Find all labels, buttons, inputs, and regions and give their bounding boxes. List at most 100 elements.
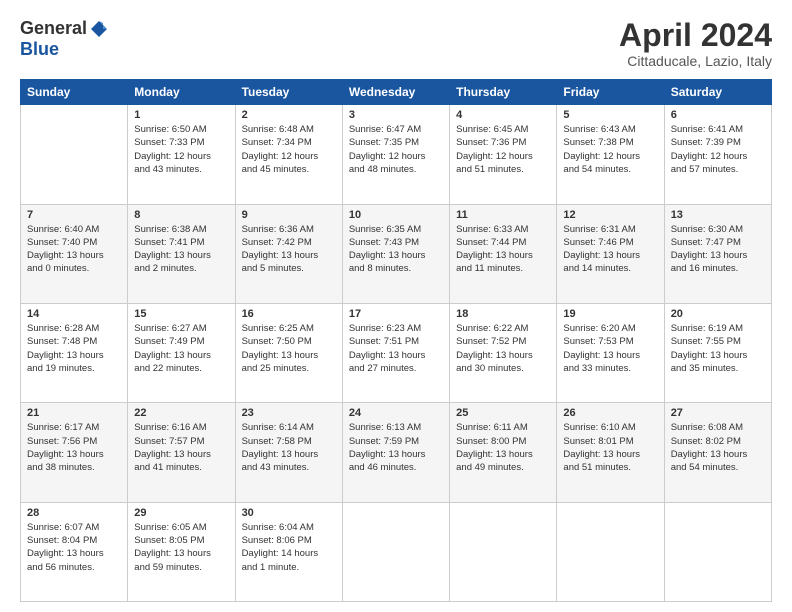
day-info: Sunrise: 6:41 AMSunset: 7:39 PMDaylight:… — [671, 123, 765, 176]
day-number: 7 — [27, 209, 121, 221]
day-header-wednesday: Wednesday — [342, 80, 449, 105]
day-cell: 10 Sunrise: 6:35 AMSunset: 7:43 PMDayligh… — [342, 204, 449, 303]
day-cell — [450, 502, 557, 601]
day-cell: 24Sunrise: 6:13 AMSunset: 7:59 PMDayligh… — [342, 403, 449, 502]
day-info: Sunrise: 6:14 AMSunset: 7:58 PMDaylight:… — [242, 421, 336, 474]
day-cell: 13Sunrise: 6:30 AMSunset: 7:47 PMDayligh… — [664, 204, 771, 303]
day-header-sunday: Sunday — [21, 80, 128, 105]
day-info: Sunrise: 6:31 AMSunset: 7:46 PMDaylight:… — [563, 223, 657, 276]
day-cell: 14Sunrise: 6:28 AMSunset: 7:48 PMDayligh… — [21, 303, 128, 402]
day-cell: 17 Sunrise: 6:23 AMSunset: 7:51 PMDayligh… — [342, 303, 449, 402]
day-cell: 21 Sunrise: 6:17 AMSunset: 7:56 PMDayligh… — [21, 403, 128, 502]
day-cell — [21, 105, 128, 204]
logo-icon — [89, 19, 109, 39]
header: General Blue April 2024 Cittaducale, Laz… — [20, 18, 772, 69]
day-info: Sunrise: 6:11 AMSunset: 8:00 PMDaylight:… — [456, 421, 550, 474]
day-number: 12 — [563, 209, 657, 221]
day-info: Sunrise: 6:20 AMSunset: 7:53 PMDaylight:… — [563, 322, 657, 375]
day-number: 2 — [242, 109, 336, 121]
header-row: SundayMondayTuesdayWednesdayThursdayFrid… — [21, 80, 772, 105]
day-info: Sunrise: 6:17 AMSunset: 7:56 PMDaylight:… — [27, 421, 121, 474]
calendar-table: SundayMondayTuesdayWednesdayThursdayFrid… — [20, 79, 772, 602]
day-cell: 4Sunrise: 6:45 AMSunset: 7:36 PMDaylight… — [450, 105, 557, 204]
day-info: Sunrise: 6:19 AMSunset: 7:55 PMDaylight:… — [671, 322, 765, 375]
day-cell: 20 Sunrise: 6:19 AMSunset: 7:55 PMDayligh… — [664, 303, 771, 402]
logo-blue-text: Blue — [20, 39, 59, 59]
page: General Blue April 2024 Cittaducale, Laz… — [0, 0, 792, 612]
day-cell: 26 Sunrise: 6:10 AMSunset: 8:01 PMDayligh… — [557, 403, 664, 502]
day-number: 1 — [134, 109, 228, 121]
day-number: 11 — [456, 209, 550, 221]
day-number: 5 — [563, 109, 657, 121]
day-number: 20 — [671, 308, 765, 320]
logo-general-text: General — [20, 18, 87, 39]
day-number: 10 — [349, 209, 443, 221]
day-cell: 15Sunrise: 6:27 AMSunset: 7:49 PMDayligh… — [128, 303, 235, 402]
day-info: Sunrise: 6:16 AMSunset: 7:57 PMDaylight:… — [134, 421, 228, 474]
day-info: Sunrise: 6:43 AMSunset: 7:38 PMDaylight:… — [563, 123, 657, 176]
day-cell — [664, 502, 771, 601]
day-info: Sunrise: 6:38 AMSunset: 7:41 PMDaylight:… — [134, 223, 228, 276]
day-cell: 22Sunrise: 6:16 AMSunset: 7:57 PMDayligh… — [128, 403, 235, 502]
day-info: Sunrise: 6:30 AMSunset: 7:47 PMDaylight:… — [671, 223, 765, 276]
day-info: Sunrise: 6:25 AMSunset: 7:50 PMDaylight:… — [242, 322, 336, 375]
day-info: Sunrise: 6:05 AMSunset: 8:05 PMDaylight:… — [134, 521, 228, 574]
day-number: 17 — [349, 308, 443, 320]
day-cell — [342, 502, 449, 601]
day-cell: 25 Sunrise: 6:11 AMSunset: 8:00 PMDayligh… — [450, 403, 557, 502]
day-cell: 30 Sunrise: 6:04 AMSunset: 8:06 PMDayligh… — [235, 502, 342, 601]
header-right: April 2024 Cittaducale, Lazio, Italy — [619, 18, 772, 69]
day-info: Sunrise: 6:48 AMSunset: 7:34 PMDaylight:… — [242, 123, 336, 176]
week-row-2: 7Sunrise: 6:40 AMSunset: 7:40 PMDaylight… — [21, 204, 772, 303]
day-header-friday: Friday — [557, 80, 664, 105]
day-header-saturday: Saturday — [664, 80, 771, 105]
day-cell: 28 Sunrise: 6:07 AMSunset: 8:04 PMDayligh… — [21, 502, 128, 601]
week-row-4: 21 Sunrise: 6:17 AMSunset: 7:56 PMDayligh… — [21, 403, 772, 502]
day-number: 3 — [349, 109, 443, 121]
day-info: Sunrise: 6:08 AMSunset: 8:02 PMDaylight:… — [671, 421, 765, 474]
day-header-thursday: Thursday — [450, 80, 557, 105]
day-cell: 16Sunrise: 6:25 AMSunset: 7:50 PMDayligh… — [235, 303, 342, 402]
day-info: Sunrise: 6:10 AMSunset: 8:01 PMDaylight:… — [563, 421, 657, 474]
day-number: 9 — [242, 209, 336, 221]
day-info: Sunrise: 6:50 AMSunset: 7:33 PMDaylight:… — [134, 123, 228, 176]
day-number: 29 — [134, 507, 228, 519]
day-number: 21 — [27, 407, 121, 419]
day-info: Sunrise: 6:23 AMSunset: 7:51 PMDaylight:… — [349, 322, 443, 375]
day-number: 19 — [563, 308, 657, 320]
day-cell: 5 Sunrise: 6:43 AMSunset: 7:38 PMDaylight… — [557, 105, 664, 204]
day-cell: 7Sunrise: 6:40 AMSunset: 7:40 PMDaylight… — [21, 204, 128, 303]
day-cell: 2 Sunrise: 6:48 AMSunset: 7:34 PMDaylight… — [235, 105, 342, 204]
location: Cittaducale, Lazio, Italy — [619, 53, 772, 69]
day-info: Sunrise: 6:27 AMSunset: 7:49 PMDaylight:… — [134, 322, 228, 375]
day-cell: 19 Sunrise: 6:20 AMSunset: 7:53 PMDayligh… — [557, 303, 664, 402]
day-cell: 3Sunrise: 6:47 AMSunset: 7:35 PMDaylight… — [342, 105, 449, 204]
day-info: Sunrise: 6:13 AMSunset: 7:59 PMDaylight:… — [349, 421, 443, 474]
day-header-monday: Monday — [128, 80, 235, 105]
day-info: Sunrise: 6:04 AMSunset: 8:06 PMDaylight:… — [242, 521, 336, 574]
day-cell: 27Sunrise: 6:08 AMSunset: 8:02 PMDayligh… — [664, 403, 771, 502]
day-number: 25 — [456, 407, 550, 419]
day-info: Sunrise: 6:35 AMSunset: 7:43 PMDaylight:… — [349, 223, 443, 276]
day-cell: 9 Sunrise: 6:36 AMSunset: 7:42 PMDaylight… — [235, 204, 342, 303]
day-info: Sunrise: 6:36 AMSunset: 7:42 PMDaylight:… — [242, 223, 336, 276]
day-cell: 12 Sunrise: 6:31 AMSunset: 7:46 PMDayligh… — [557, 204, 664, 303]
day-cell: 1 Sunrise: 6:50 AMSunset: 7:33 PMDaylight… — [128, 105, 235, 204]
day-number: 6 — [671, 109, 765, 121]
day-cell: 11 Sunrise: 6:33 AMSunset: 7:44 PMDayligh… — [450, 204, 557, 303]
day-cell: 23 Sunrise: 6:14 AMSunset: 7:58 PMDayligh… — [235, 403, 342, 502]
day-info: Sunrise: 6:45 AMSunset: 7:36 PMDaylight:… — [456, 123, 550, 176]
day-number: 30 — [242, 507, 336, 519]
day-info: Sunrise: 6:22 AMSunset: 7:52 PMDaylight:… — [456, 322, 550, 375]
day-cell — [557, 502, 664, 601]
day-number: 8 — [134, 209, 228, 221]
day-info: Sunrise: 6:33 AMSunset: 7:44 PMDaylight:… — [456, 223, 550, 276]
day-number: 28 — [27, 507, 121, 519]
day-info: Sunrise: 6:28 AMSunset: 7:48 PMDaylight:… — [27, 322, 121, 375]
day-cell: 6 Sunrise: 6:41 AMSunset: 7:39 PMDaylight… — [664, 105, 771, 204]
day-number: 26 — [563, 407, 657, 419]
day-number: 23 — [242, 407, 336, 419]
day-header-tuesday: Tuesday — [235, 80, 342, 105]
logo: General Blue — [20, 18, 109, 60]
day-info: Sunrise: 6:07 AMSunset: 8:04 PMDaylight:… — [27, 521, 121, 574]
